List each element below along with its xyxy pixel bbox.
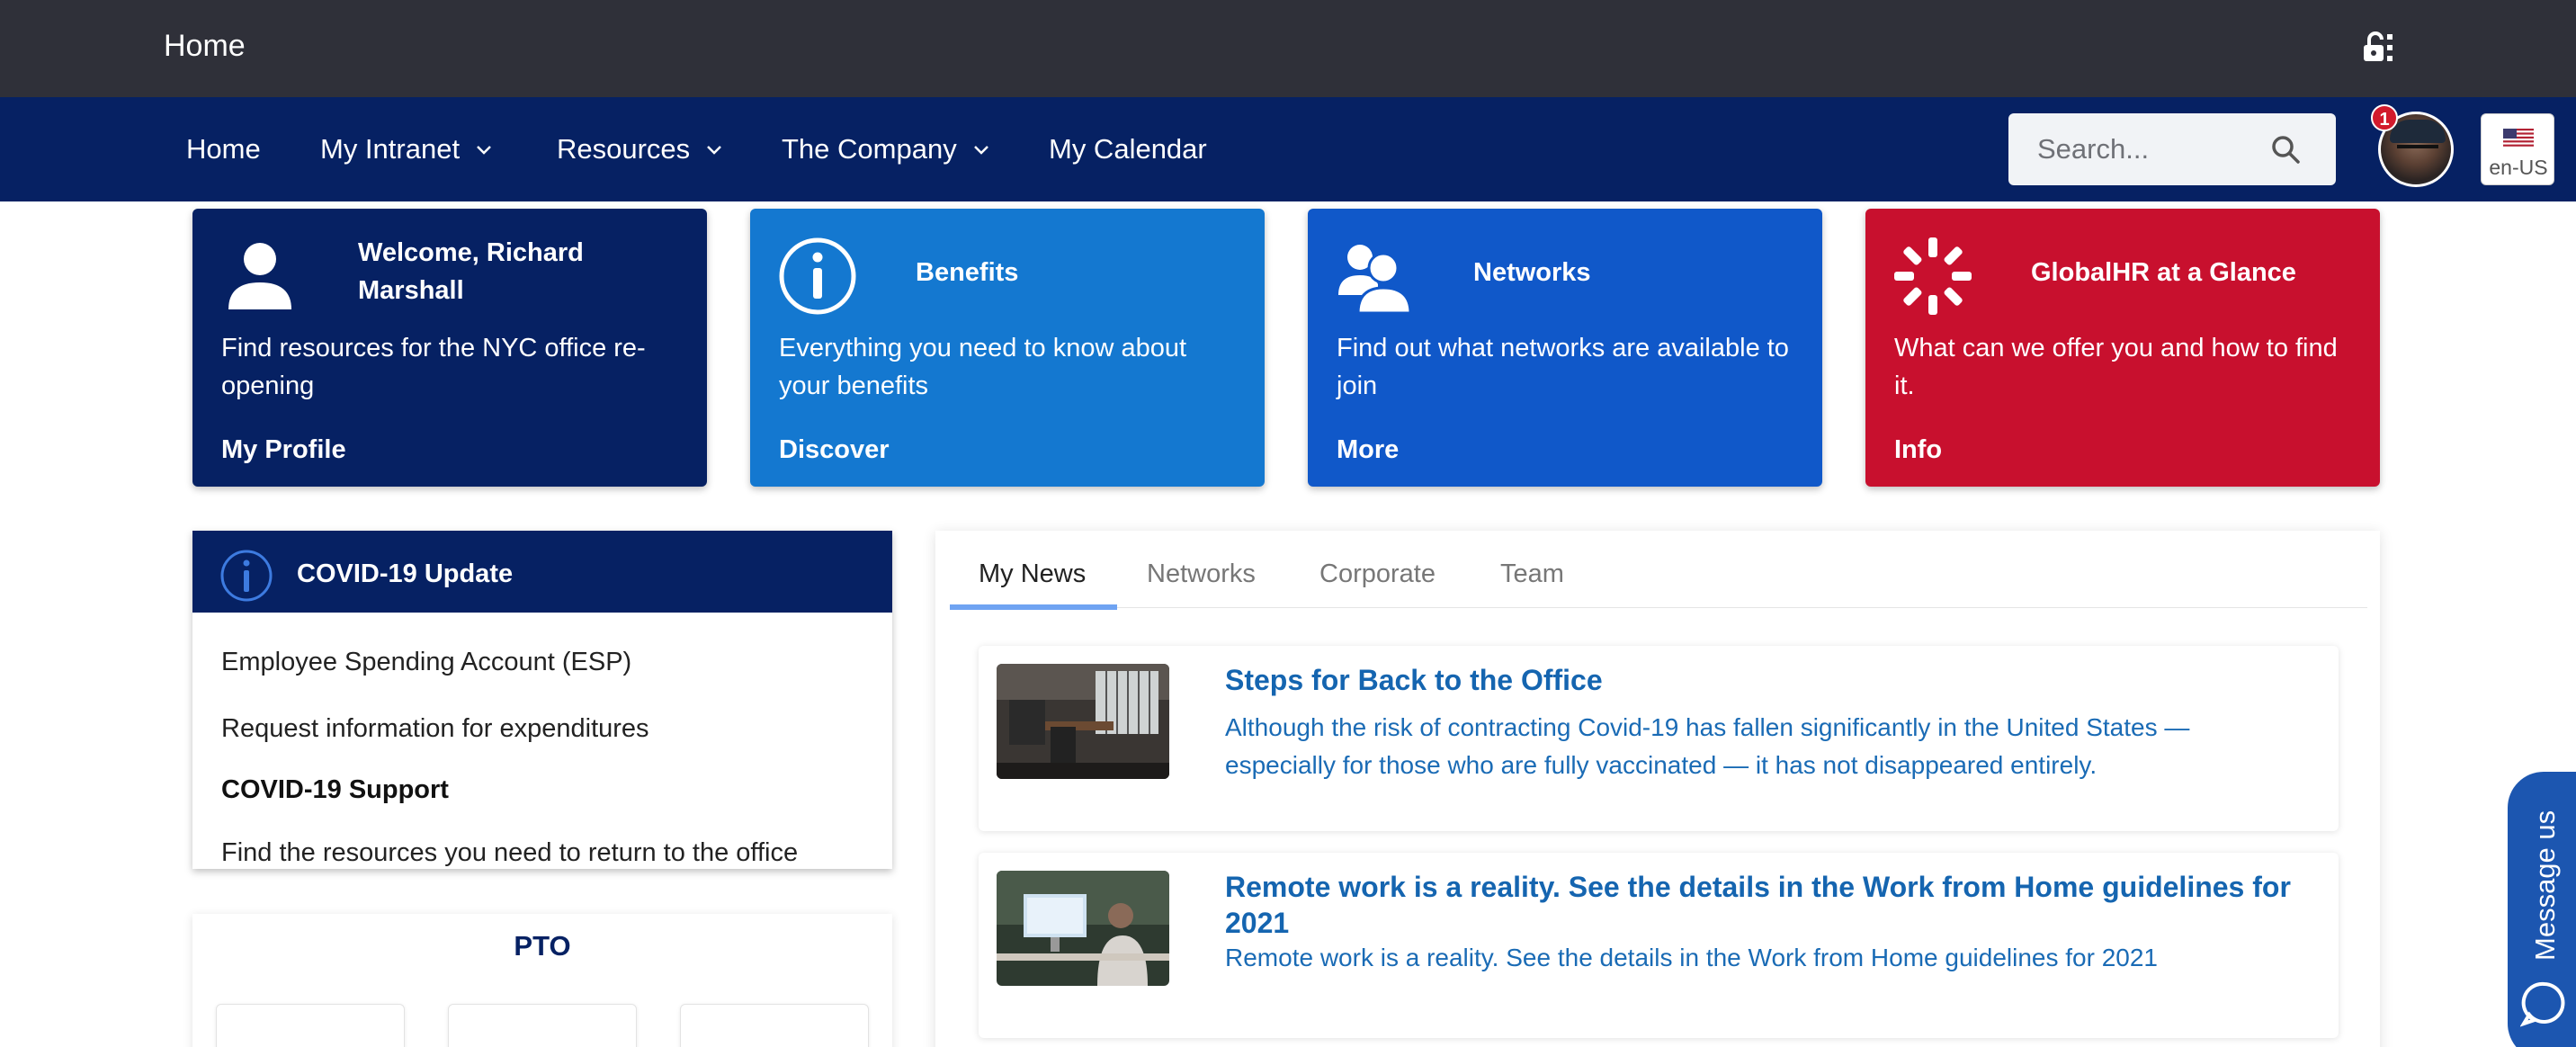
card-description: What can we offer you and how to find it… xyxy=(1894,334,2338,400)
pto-tile[interactable] xyxy=(216,1004,405,1047)
spinner-icon xyxy=(1894,237,1972,315)
info-circle-icon xyxy=(779,237,856,315)
avatar-hat xyxy=(2390,120,2446,143)
nav-item-my-calendar[interactable]: My Calendar xyxy=(1049,133,1207,166)
user-icon xyxy=(228,243,291,309)
card-title: GlobalHR at a Glance xyxy=(2031,258,2296,287)
tab-my-news[interactable]: My News xyxy=(979,559,1086,589)
nav-item-label: The Company xyxy=(782,133,957,165)
users-icon xyxy=(1338,245,1412,315)
nav-item-the-company[interactable]: The Company xyxy=(782,133,991,166)
chat-bubble-icon xyxy=(2520,981,2565,1027)
pto-panel: PTO xyxy=(192,914,892,1047)
nav-item-label: My Intranet xyxy=(320,133,461,165)
office-photo-thumbnail xyxy=(997,664,1169,779)
globalhr-card[interactable]: GlobalHR at a Glance What can we offer y… xyxy=(1865,209,2380,487)
search-box xyxy=(2008,113,2336,185)
page-title: Home xyxy=(164,29,246,63)
news-article[interactable]: Steps for Back to the Office Although th… xyxy=(979,646,2339,831)
message-us-button[interactable]: Message us xyxy=(2508,772,2576,1047)
card-description: Find out what networks are available to … xyxy=(1337,334,1789,400)
nav-item-label: My Calendar xyxy=(1049,133,1207,165)
section-heading: COVID-19 Support xyxy=(221,775,449,804)
card-link[interactable]: Info xyxy=(1894,435,1942,465)
card-link[interactable]: Discover xyxy=(779,435,890,465)
nav-item-home[interactable]: Home xyxy=(186,133,261,166)
active-tab-indicator xyxy=(950,604,1117,610)
tab-networks[interactable]: Networks xyxy=(1147,559,1256,589)
covid-panel-title: COVID-19 Update xyxy=(297,559,514,588)
benefits-card[interactable]: Benefits Everything you need to know abo… xyxy=(750,209,1265,487)
pto-tile[interactable] xyxy=(448,1004,637,1047)
search-input[interactable] xyxy=(2008,113,2278,185)
covid-update-panel: COVID-19 Update Employee Spending Accoun… xyxy=(192,531,892,869)
main-nav: Home My Intranet Resources The Company M… xyxy=(0,97,2576,201)
article-summary: Remote work is a reality. See the detail… xyxy=(1225,944,2158,971)
us-flag-icon xyxy=(2503,129,2534,148)
notification-badge[interactable]: 1 xyxy=(2371,104,2398,131)
unlock-icon[interactable] xyxy=(2360,29,2396,65)
pto-tile[interactable] xyxy=(680,1004,869,1047)
news-article[interactable]: Remote work is a reality. See the detail… xyxy=(979,853,2339,1038)
chevron-down-icon xyxy=(707,146,722,155)
list-item[interactable]: Request information for expenditures xyxy=(221,714,649,744)
pto-title: PTO xyxy=(514,930,571,962)
avatar-glasses xyxy=(2397,145,2438,154)
article-title[interactable]: Remote work is a reality. See the detail… xyxy=(1225,869,2304,941)
list-item[interactable]: Employee Spending Account (ESP) xyxy=(221,648,631,677)
language-code: en-US xyxy=(2489,156,2548,179)
card-title: Networks xyxy=(1473,258,1591,287)
nav-item-my-intranet[interactable]: My Intranet xyxy=(320,133,494,166)
article-summary: Although the risk of contracting Covid-1… xyxy=(1225,713,2190,779)
covid-panel-header: COVID-19 Update xyxy=(192,531,892,613)
card-link[interactable]: More xyxy=(1337,435,1399,465)
card-description: Find resources for the NYC office re-ope… xyxy=(221,334,646,400)
language-selector[interactable]: en-US xyxy=(2481,113,2554,185)
tab-divider xyxy=(950,607,2367,608)
tab-team[interactable]: Team xyxy=(1500,559,1564,589)
info-circle-icon xyxy=(220,550,273,602)
card-link[interactable]: My Profile xyxy=(221,435,346,465)
home-office-photo-thumbnail xyxy=(997,871,1169,986)
card-description: Everything you need to know about your b… xyxy=(779,334,1187,400)
welcome-card[interactable]: Welcome, Richard Marshall Find resources… xyxy=(192,209,707,487)
tab-corporate[interactable]: Corporate xyxy=(1319,559,1436,589)
nav-item-label: Resources xyxy=(557,133,691,165)
nav-item-label: Home xyxy=(186,133,261,165)
chevron-down-icon xyxy=(477,146,491,155)
article-title[interactable]: Steps for Back to the Office xyxy=(1225,662,2304,698)
search-icon[interactable] xyxy=(2269,133,2302,166)
chevron-down-icon xyxy=(973,146,988,155)
top-bar: Home xyxy=(0,0,2576,97)
card-title: Benefits xyxy=(916,258,1019,287)
networks-card[interactable]: Networks Find out what networks are avai… xyxy=(1308,209,1822,487)
card-title: Welcome, Richard Marshall xyxy=(358,238,584,305)
news-panel: My News Networks Corporate Team Steps fo… xyxy=(935,531,2380,1047)
message-us-label: Message us xyxy=(2529,810,2561,961)
list-item[interactable]: Find the resources you need to return to… xyxy=(221,838,798,868)
nav-item-resources[interactable]: Resources xyxy=(557,133,724,166)
